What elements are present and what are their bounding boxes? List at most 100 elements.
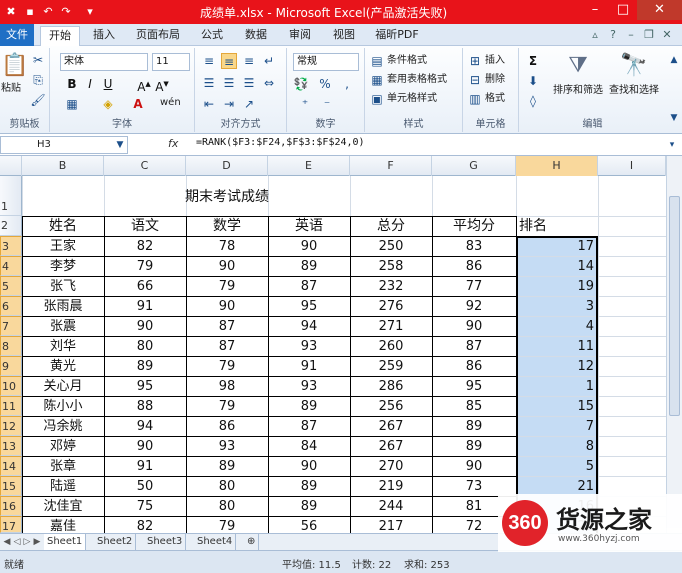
score-cell[interactable]: 84	[268, 437, 350, 456]
student-name-cell[interactable]: 沈佳宜	[22, 497, 104, 516]
score-cell[interactable]: 95	[432, 377, 516, 396]
score-cell[interactable]: 80	[186, 477, 268, 496]
paste-icon[interactable]: 📋	[0, 52, 30, 80]
sort-filter-button[interactable]: 排序和筛选	[553, 84, 603, 98]
score-cell[interactable]: 89	[104, 357, 186, 376]
decrease-decimal-icon[interactable]: ⁻	[319, 96, 335, 112]
save-icon[interactable]: ▪	[22, 4, 38, 19]
number-format-select[interactable]: 常规	[293, 53, 359, 71]
score-cell[interactable]: 244	[350, 497, 432, 516]
student-name-cell[interactable]: 邓婷	[22, 437, 104, 456]
score-cell[interactable]: 92	[432, 297, 516, 316]
row-header-7[interactable]: 7	[0, 316, 22, 336]
tab-data[interactable]: 数据	[238, 26, 274, 46]
font-size-select[interactable]: 11	[152, 53, 190, 71]
rank-cell[interactable]: 17	[516, 237, 598, 256]
paste-button[interactable]: 粘贴	[1, 82, 21, 96]
find-select-icon[interactable]: 🔭	[619, 52, 649, 80]
delete-cells-icon[interactable]: ⊟	[467, 72, 483, 88]
student-name-cell[interactable]: 关心月	[22, 377, 104, 396]
score-cell[interactable]: 87	[268, 417, 350, 436]
score-cell[interactable]: 88	[104, 397, 186, 416]
header-cell[interactable]: 语文	[104, 217, 186, 237]
last-sheet-icon[interactable]: ▶	[32, 534, 42, 550]
shrink-font-icon[interactable]: A▼	[154, 76, 170, 94]
sort-filter-icon[interactable]: ⧩	[563, 52, 593, 80]
row-header-6[interactable]: 6	[0, 296, 22, 316]
scrollbar-thumb[interactable]	[669, 196, 680, 416]
ribbon-collapse-icon[interactable]: ▵	[588, 28, 602, 42]
fill-color-icon[interactable]: ◈	[100, 96, 116, 112]
rank-cell[interactable]: 11	[516, 337, 598, 356]
format-as-table-icon[interactable]: ▦	[369, 72, 385, 88]
score-cell[interactable]: 89	[186, 457, 268, 476]
header-cell[interactable]: 总分	[350, 217, 432, 237]
rank-cell[interactable]: 8	[516, 437, 598, 456]
score-cell[interactable]: 91	[104, 457, 186, 476]
score-cell[interactable]: 82	[104, 237, 186, 256]
underline-button[interactable]: U	[100, 76, 116, 92]
help-icon[interactable]: ?	[606, 28, 620, 42]
score-cell[interactable]: 219	[350, 477, 432, 496]
score-cell[interactable]: 250	[350, 237, 432, 256]
score-cell[interactable]: 75	[104, 497, 186, 516]
clear-icon[interactable]: ◊	[525, 93, 541, 109]
score-cell[interactable]: 80	[186, 497, 268, 516]
score-cell[interactable]: 90	[268, 237, 350, 256]
score-cell[interactable]: 271	[350, 317, 432, 336]
row-header-11[interactable]: 11	[0, 396, 22, 416]
student-name-cell[interactable]: 张雨晨	[22, 297, 104, 316]
column-header-c[interactable]: C	[104, 156, 186, 176]
window-minimize-icon[interactable]: –	[624, 28, 638, 42]
score-cell[interactable]: 86	[186, 417, 268, 436]
row-header-16[interactable]: 16	[0, 496, 22, 516]
row-header-13[interactable]: 13	[0, 436, 22, 456]
decrease-indent-icon[interactable]: ⇤	[201, 96, 217, 112]
fill-icon[interactable]: ⬇	[525, 73, 541, 89]
score-cell[interactable]: 232	[350, 277, 432, 296]
vertical-scrollbar[interactable]	[666, 156, 682, 528]
score-cell[interactable]: 87	[432, 337, 516, 356]
score-cell[interactable]: 286	[350, 377, 432, 396]
score-cell[interactable]: 89	[268, 497, 350, 516]
score-cell[interactable]: 91	[104, 297, 186, 316]
find-select-button[interactable]: 查找和选择	[609, 84, 659, 98]
score-cell[interactable]: 90	[186, 257, 268, 276]
tab-view[interactable]: 视图	[326, 26, 362, 46]
tab-review[interactable]: 审阅	[282, 26, 318, 46]
score-cell[interactable]: 90	[104, 317, 186, 336]
scroll-down-icon[interactable]: ▼	[666, 110, 682, 126]
row-header-14[interactable]: 14	[0, 456, 22, 476]
ribbon-scroll[interactable]: ▲ ▼	[666, 48, 682, 132]
student-name-cell[interactable]: 王家	[22, 237, 104, 256]
score-cell[interactable]: 258	[350, 257, 432, 276]
sheet-tab-1[interactable]: Sheet1	[44, 534, 87, 550]
header-cell[interactable]: 排名	[516, 217, 598, 237]
row-header-5[interactable]: 5	[0, 276, 22, 296]
window-close-icon[interactable]: ✕	[660, 28, 674, 42]
student-name-cell[interactable]: 刘华	[22, 337, 104, 356]
score-cell[interactable]: 94	[104, 417, 186, 436]
borders-icon[interactable]: ▦	[64, 96, 80, 112]
score-cell[interactable]: 90	[432, 457, 516, 476]
rank-cell[interactable]: 15	[516, 397, 598, 416]
score-cell[interactable]: 79	[186, 277, 268, 296]
rank-cell[interactable]: 5	[516, 457, 598, 476]
score-cell[interactable]: 50	[104, 477, 186, 496]
header-cell[interactable]: 数学	[186, 217, 268, 237]
rank-cell[interactable]: 12	[516, 357, 598, 376]
column-header-b[interactable]: B	[22, 156, 104, 176]
column-header-g[interactable]: G	[432, 156, 516, 176]
score-cell[interactable]: 77	[432, 277, 516, 296]
rank-cell[interactable]: 1	[516, 377, 598, 396]
student-name-cell[interactable]: 李梦	[22, 257, 104, 276]
delete-cells-button[interactable]: 删除	[485, 73, 505, 87]
student-name-cell[interactable]: 张飞	[22, 277, 104, 296]
score-cell[interactable]: 90	[432, 317, 516, 336]
scroll-up-icon[interactable]: ▲	[666, 52, 682, 68]
score-cell[interactable]: 90	[268, 457, 350, 476]
student-name-cell[interactable]: 张章	[22, 457, 104, 476]
student-name-cell[interactable]: 陈小小	[22, 397, 104, 416]
undo-icon[interactable]: ↶	[40, 4, 56, 19]
student-name-cell[interactable]: 陆遥	[22, 477, 104, 496]
